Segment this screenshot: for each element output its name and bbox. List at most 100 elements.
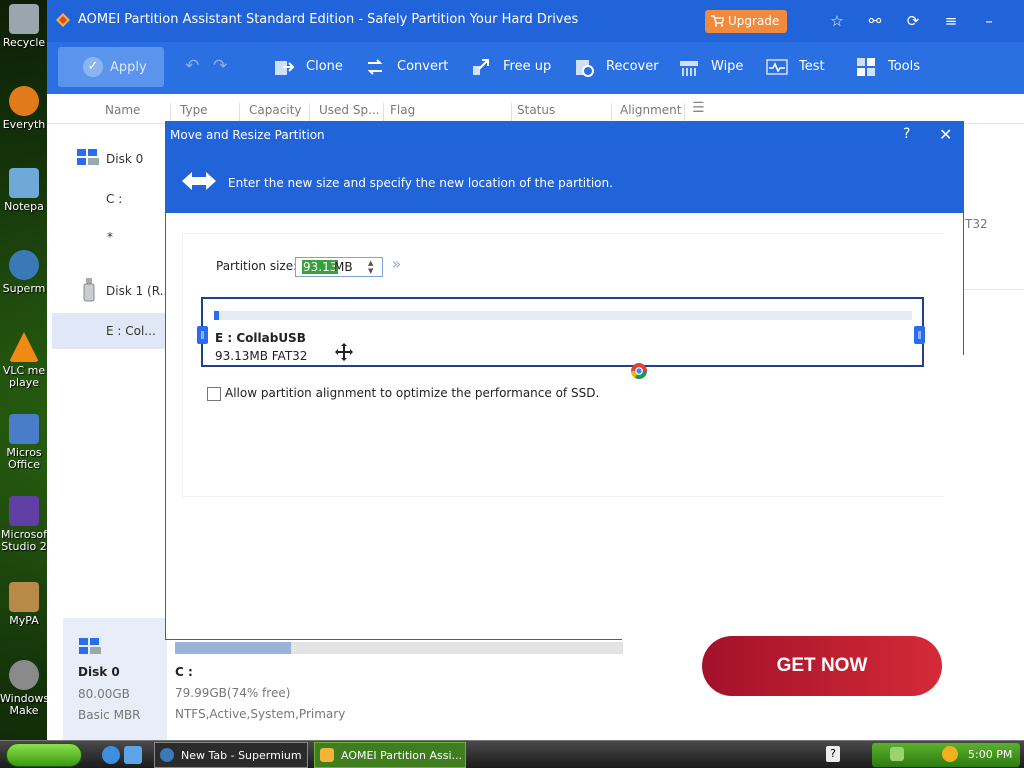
recover-icon [576, 60, 594, 77]
desktop-icon-everything[interactable]: Everyth [0, 86, 48, 131]
partition-desc: 93.13MB FAT32 [215, 349, 308, 363]
help-tray-icon[interactable]: ? [826, 746, 840, 762]
recycle-bin-icon [9, 4, 39, 34]
tools-button[interactable]: Tools [855, 55, 927, 81]
column-flag[interactable]: Flag [390, 103, 415, 117]
column-type[interactable]: Type [180, 103, 208, 117]
advanced-expand-icon[interactable]: » [392, 255, 401, 273]
refresh-icon[interactable]: ⟳ [904, 12, 922, 30]
column-capacity[interactable]: Capacity [249, 103, 301, 117]
desktop-show-icon[interactable] [124, 746, 142, 764]
wipe-label: Wipe [711, 59, 744, 74]
partition-c-name[interactable]: C : [175, 665, 193, 679]
disk-0-card[interactable]: Disk 0 80.00GB Basic MBR [63, 618, 167, 740]
desktop-icon-label: Recycle [2, 36, 46, 49]
move-resize-dialog: Move and Resize Partition ? ✕ Enter the … [165, 121, 964, 640]
share-icon[interactable]: ⚯ [866, 12, 884, 30]
partition-c-flags: NTFS,Active,System,Primary [175, 707, 346, 721]
menu-icon[interactable]: ≡ [942, 12, 960, 30]
task-supermium[interactable]: New Tab - Supermium [154, 742, 308, 768]
upgrade-label: Upgrade [728, 14, 780, 28]
column-used-space[interactable]: Used Sp... [319, 103, 380, 117]
desktop-icon-visual-studio[interactable]: Microsof Studio 2 [0, 496, 48, 553]
desktop-icon-recycle-bin[interactable]: Recycle [0, 4, 48, 49]
tree-label: Disk 0 [106, 152, 144, 166]
partition-size-value: 93.13 [302, 260, 339, 274]
test-button[interactable]: Test [766, 55, 832, 81]
clone-icon [275, 61, 295, 75]
browser-icon [631, 363, 647, 379]
convert-button[interactable]: Convert [364, 55, 448, 81]
desktop-icon-notepad[interactable]: Notepa [0, 168, 48, 213]
clone-button[interactable]: Clone [273, 55, 343, 81]
desktop-icon-label: Windows Make [0, 692, 50, 717]
search-icon[interactable] [942, 746, 958, 762]
tree-unallocated[interactable]: * [47, 219, 165, 255]
task-aomei[interactable]: AOMEI Partition Assi... [314, 742, 466, 768]
recover-button[interactable]: Recover [573, 55, 659, 81]
tree-label: C : [106, 192, 123, 206]
free-up-button[interactable]: Free up [470, 55, 552, 81]
test-icon [766, 59, 788, 75]
desktop-icon-label: Superm [2, 282, 46, 295]
dialog-header: Move and Resize Partition ? ✕ Enter the … [165, 121, 964, 213]
left-resize-handle[interactable]: ‖ [197, 326, 208, 344]
tree-partition-e[interactable]: E : Col... [52, 313, 165, 349]
tree-disk-1[interactable]: Disk 1 (R... [47, 273, 171, 309]
dialog-title: Move and Resize Partition [170, 128, 325, 142]
office-icon [9, 414, 39, 444]
tools-label: Tools [888, 59, 921, 74]
alignment-label[interactable]: Allow partition alignment to optimize th… [225, 386, 599, 400]
clock[interactable]: 5:00 PM [968, 748, 1012, 761]
free-up-icon [473, 59, 489, 75]
vlc-icon [9, 332, 39, 362]
help-button[interactable]: ? [903, 126, 910, 142]
aomei-icon [320, 748, 334, 762]
desktop-icon-label: Notepa [4, 200, 44, 213]
upgrade-button[interactable]: Upgrade [705, 10, 787, 33]
disk-tree: Disk 0 C : * Disk 1 (R... E : Col... [47, 124, 171, 604]
tree-partition-c[interactable]: C : [47, 181, 165, 217]
task-label: New Tab - Supermium [181, 749, 302, 762]
desktop-icon-movie-maker[interactable]: Windows Make [0, 660, 50, 717]
desktop-icon-supermium[interactable]: Superm [0, 250, 48, 295]
partition-list-right: T32 [963, 124, 1024, 604]
desktop-icon-office[interactable]: Micros Office [0, 414, 48, 471]
star-icon[interactable]: ☆ [828, 12, 846, 30]
column-status[interactable]: Status [517, 103, 555, 117]
column-settings-icon[interactable]: ☰ [692, 100, 705, 116]
move-cursor-icon [335, 343, 353, 361]
partition-size-bar[interactable] [214, 311, 912, 320]
apply-button[interactable]: ✓ Apply [58, 47, 164, 87]
tools-icon [857, 58, 875, 76]
start-button[interactable] [6, 743, 82, 767]
network-icon[interactable] [890, 747, 904, 761]
minimize-icon[interactable]: – [980, 12, 998, 30]
desktop-icon-mypa[interactable]: MyPA [0, 582, 48, 627]
column-name[interactable]: Name [105, 103, 140, 117]
disk-icon [77, 149, 99, 165]
wipe-button[interactable]: Wipe [678, 55, 748, 81]
wipe-icon [680, 61, 698, 76]
partition-c-usage-bar[interactable] [175, 642, 623, 654]
recover-label: Recover [606, 59, 659, 74]
partition-size-unit: MB [334, 260, 353, 274]
movie-maker-icon [9, 660, 39, 690]
title-bar: AOMEI Partition Assistant Standard Editi… [47, 0, 1024, 42]
right-resize-handle[interactable]: ‖ [914, 326, 925, 344]
close-button[interactable]: ✕ [939, 125, 952, 144]
test-label: Test [799, 59, 825, 74]
redo-icon[interactable]: ↷ [213, 56, 227, 76]
column-alignment[interactable]: Alignment [620, 103, 681, 117]
undo-icon[interactable]: ↶ [185, 56, 199, 76]
get-now-button[interactable]: GET NOW [702, 636, 942, 696]
size-spinner-icon[interactable]: ▲ ▼ [368, 259, 373, 275]
partition-map[interactable]: ‖ ‖ E : CollabUSB 93.13MB FAT32 [197, 297, 925, 367]
desktop-icon-vlc[interactable]: VLC me playe [0, 332, 48, 389]
alignment-checkbox[interactable] [207, 387, 221, 401]
taskbar: New Tab - Supermium AOMEI Partition Assi… [0, 740, 1024, 768]
tree-disk-0[interactable]: Disk 0 [47, 141, 165, 177]
partition-size-input[interactable]: 93.13 MB ▲ ▼ [295, 257, 383, 277]
visual-studio-icon [9, 496, 39, 526]
ie-icon[interactable] [102, 746, 120, 764]
